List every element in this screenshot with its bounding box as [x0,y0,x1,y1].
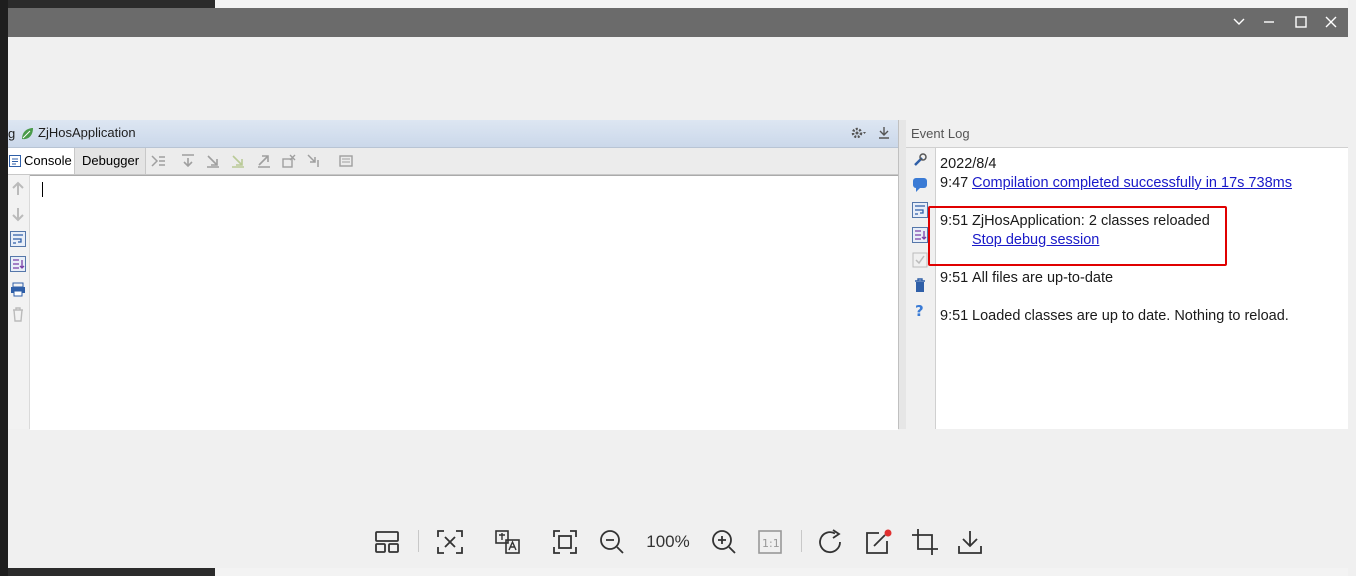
translate-button[interactable] [494,528,522,556]
console-output[interactable] [30,175,898,430]
evaluate-expression-icon[interactable] [338,153,354,169]
actual-size-button[interactable]: 1:1 [757,528,783,556]
actual-size-icon: 1:1 [758,530,782,554]
maximize-icon [1295,16,1307,28]
trash-icon[interactable] [10,306,26,322]
zoom-in-icon [712,530,736,554]
text-extract-icon [437,530,463,554]
tab-debugger[interactable]: Debugger [75,148,146,174]
event-log-title: Event Log [911,126,970,141]
translate-icon [495,530,520,554]
event-text: Loaded classes are up to date. Nothing t… [972,308,1289,324]
console-icon [9,155,21,167]
svg-text:?: ? [915,302,924,318]
maximize-button[interactable] [1288,11,1314,33]
zoom-out-button[interactable] [599,528,625,556]
image-viewer-window: g ZjHosApplication Console Debugger Even… [8,8,1348,568]
crop-icon [912,529,938,555]
event-log-content: 2022/8/4 9:47 Compilation completed succe… [936,148,1348,429]
run-config-name: ZjHosApplication [38,125,136,140]
ocr-button[interactable] [436,528,464,556]
event-entry: 9:51 Loaded classes are up to date. Nothi… [940,308,1289,324]
tab-console-label: Console [24,153,72,168]
step-over-icon[interactable] [180,153,196,169]
balloon-icon[interactable] [912,177,928,193]
drop-frame-icon[interactable] [281,153,297,169]
background-app-top [215,0,1348,8]
download-button[interactable] [957,528,983,556]
minimize-icon [1264,21,1274,23]
event-text: All files are up-to-date [972,270,1114,286]
scroll-to-end-icon[interactable] [10,256,26,272]
rotate-button[interactable] [818,528,846,556]
event-entry: 9:51 All files are up-to-date [940,270,1113,286]
soft-wrap-icon[interactable] [10,231,26,247]
actual-size-label: 1:1 [762,537,780,550]
background-app-left [0,0,8,576]
rotate-icon [819,529,841,554]
event-entry: 9:47 Compilation completed successfully i… [940,175,1292,191]
up-arrow-icon[interactable] [10,181,26,197]
print-icon[interactable] [10,281,26,297]
ide-screenshot: g ZjHosApplication Console Debugger Even… [8,120,1348,430]
run-header: g ZjHosApplication [8,120,898,148]
tab-console[interactable]: Console [8,148,75,174]
event-log-header: Event Log [906,120,1348,148]
hide-panel-icon[interactable] [877,125,891,141]
scroll-to-end-icon[interactable] [912,227,928,243]
force-step-into-icon[interactable] [230,153,246,169]
layout-button[interactable] [374,528,400,556]
run-tabs: Console Debugger [8,148,898,175]
fit-screen-icon [553,530,577,554]
edit-icon [866,529,892,554]
layout-icon [375,531,399,553]
background-app-bottom [215,568,1348,576]
run-header-cut-text: g [8,126,16,141]
trash-icon[interactable] [912,277,928,293]
event-time: 9:51 [940,270,969,286]
down-arrow-icon[interactable] [10,206,26,222]
fit-screen-button[interactable] [552,528,578,556]
crop-button[interactable] [911,528,939,556]
collapse-button[interactable] [1226,11,1252,33]
edit-button[interactable] [865,528,893,556]
zoom-level[interactable]: 100% [642,528,694,556]
spring-leaf-icon [22,128,33,140]
run-to-cursor-icon[interactable] [306,153,322,169]
mark-all-read-icon[interactable] [912,252,928,268]
chevron-down-icon [1233,18,1245,25]
compilation-link[interactable]: Compilation completed successfully in 17… [972,175,1292,191]
console-gutter [8,175,30,429]
toolbar-separator [801,530,802,552]
zoom-in-button[interactable] [711,528,737,556]
tab-debugger-label: Debugger [82,153,140,168]
soft-wrap-icon[interactable] [912,202,928,218]
help-icon[interactable]: ? [912,302,928,318]
event-date: 2022/8/4 [940,156,997,172]
event-time: 9:47 [940,175,969,191]
event-time: 9:51 [940,308,969,324]
settings-wrench-icon[interactable] [912,152,928,168]
show-execution-point-icon[interactable] [150,153,166,169]
close-icon [1325,16,1337,28]
zoom-out-icon [600,530,624,554]
close-button[interactable] [1318,11,1344,33]
highlight-box [928,206,1227,266]
event-log-toolbar: ? [906,148,936,429]
text-caret [42,182,43,197]
gear-icon[interactable] [850,125,868,141]
toolbar-separator [418,530,419,552]
minimize-button[interactable] [1256,11,1282,33]
download-icon [958,531,982,554]
title-bar [8,8,1348,37]
step-into-icon[interactable] [205,153,221,169]
background-app-right [1348,0,1356,576]
step-out-icon[interactable] [256,153,272,169]
